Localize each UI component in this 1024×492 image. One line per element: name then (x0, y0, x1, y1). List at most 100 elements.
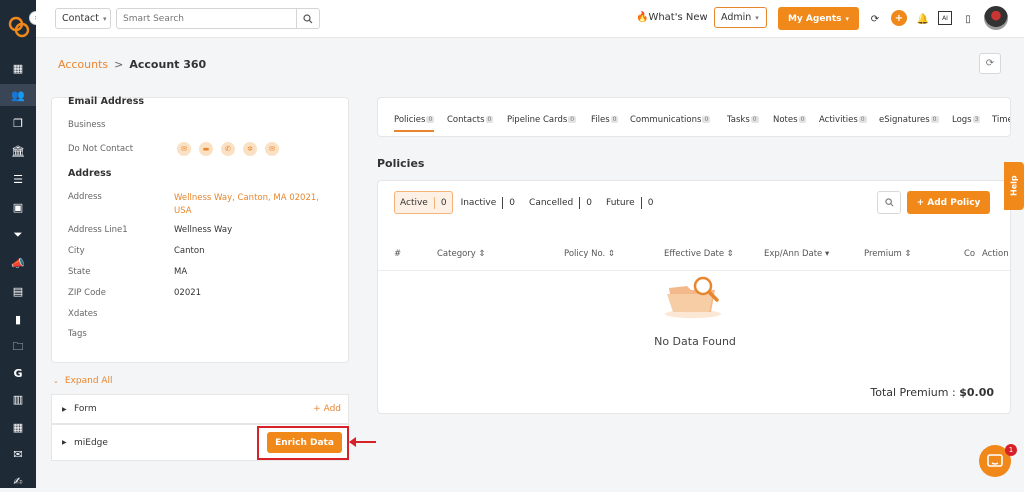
search-icon[interactable] (296, 9, 319, 28)
tabs-bar: Policies 0 Contacts 0 Pipeline Cards 0 File… (377, 97, 1011, 137)
filter-active[interactable]: Active (400, 198, 428, 208)
chevron-down-icon: ▾ (102, 14, 107, 23)
tags-label: Tags (68, 329, 87, 339)
col-category[interactable]: Category ⇕ (437, 249, 486, 259)
my-agents-button[interactable]: My Agents ▾ (778, 7, 859, 30)
mail-icon[interactable]: ✉ (0, 443, 36, 465)
smart-search (116, 8, 320, 29)
form-add-link[interactable]: + Add (313, 404, 341, 414)
miedge-label: miEdge (74, 438, 108, 448)
email-heading: Email Address (68, 96, 145, 107)
address-line1-value: Wellness Way (174, 225, 233, 235)
sms-icon[interactable]: ▬ (199, 142, 213, 156)
expand-all-link[interactable]: ⌄ Expand All (53, 376, 113, 386)
app-logo[interactable] (8, 16, 30, 38)
contact-card-icon[interactable]: ▣ (0, 196, 36, 218)
tab-pipeline-cards[interactable]: Pipeline Cards 0 (507, 115, 577, 125)
add-icon[interactable]: + (891, 10, 907, 26)
list-icon[interactable]: ☰ (0, 168, 36, 190)
accordion-form[interactable]: ▶ Form + Add (51, 394, 349, 424)
tab-policies[interactable]: Policies 0 (394, 115, 435, 132)
phone-icon[interactable]: ✆ (221, 142, 235, 156)
bank-icon[interactable]: 🏛 (0, 140, 36, 162)
tab-notes[interactable]: Notes 0 (773, 115, 807, 125)
col-co[interactable]: Co (964, 249, 975, 259)
avatar[interactable] (984, 6, 1008, 30)
no-data-message: No Data Found (654, 335, 736, 348)
tab-activities[interactable]: Activities 0 (819, 115, 867, 125)
col-action: Action (980, 249, 1009, 259)
add-policy-button[interactable]: + Add Policy (907, 191, 990, 214)
do-not-contact-label: Do Not Contact (68, 144, 134, 154)
col-premium[interactable]: Premium ⇕ (864, 249, 912, 259)
chat-badge: 1 (1005, 444, 1017, 456)
no-data-illustration (665, 276, 721, 318)
chevron-down-icon: ▾ (755, 13, 759, 22)
breadcrumb: Accounts > Account 360 (58, 58, 206, 71)
calendar-icon[interactable]: ▦ (0, 416, 36, 438)
accounts-icon[interactable]: 👥 (0, 84, 36, 106)
chart-icon[interactable]: ▮ (0, 308, 36, 330)
section-title: Policies (377, 157, 425, 170)
tab-time[interactable]: Time (992, 115, 1010, 125)
col-number: # (394, 249, 402, 259)
tab-files[interactable]: Files 0 (591, 115, 619, 125)
phone-icon[interactable]: ▯ (961, 12, 975, 26)
tab-logs[interactable]: Logs 3 (952, 115, 981, 125)
policy-search-button[interactable] (877, 191, 901, 214)
xdates-label: Xdates (68, 309, 98, 319)
documents-icon[interactable]: ❐ (0, 112, 36, 134)
mail-block-icon[interactable]: ✉ (265, 142, 279, 156)
business-label: Business (68, 120, 106, 130)
address-value[interactable]: Wellness Way, Canton, MA 02021, USA (174, 192, 324, 218)
state-label: State (68, 267, 91, 277)
top-bar: Contact▾ 🔥What's New Admin▾ My Agents▾ ⟳… (36, 0, 1024, 38)
address-heading: Address (68, 168, 112, 179)
enrich-data-button[interactable]: Enrich Data (267, 432, 342, 453)
signature-icon[interactable]: ✍ (0, 470, 36, 492)
role-select[interactable]: Admin ▾ (714, 7, 767, 28)
file-icon[interactable]: ▥ (0, 388, 36, 410)
entity-select[interactable]: Contact ▾ (55, 8, 111, 29)
sync-icon[interactable]: ⟳ (868, 12, 882, 26)
dashboard-icon[interactable]: ▦ (0, 57, 36, 79)
tab-contacts[interactable]: Contacts 0 (447, 115, 494, 125)
refresh-button[interactable]: ⟳ (979, 53, 1001, 74)
search-icon (884, 198, 893, 207)
funnel-icon[interactable]: ⏷ (0, 224, 36, 246)
address-label: Address (68, 192, 102, 202)
search-input[interactable] (117, 9, 287, 28)
bug-icon[interactable]: ✲ (243, 142, 257, 156)
tab-esignatures[interactable]: eSignatures 0 (879, 115, 939, 125)
ai-chip-icon[interactable]: AI (938, 11, 952, 25)
folder-icon[interactable]: 🗀 (0, 336, 36, 358)
zip-value: 02021 (174, 288, 202, 298)
page-title: Account 360 (129, 58, 207, 71)
google-icon[interactable]: G (0, 362, 36, 384)
caret-right-icon: ▶ (62, 406, 67, 413)
breadcrumb-accounts[interactable]: Accounts (58, 58, 108, 71)
address-line1-label: Address Line1 (68, 225, 128, 235)
col-policy-no[interactable]: Policy No. ⇕ (564, 249, 615, 259)
form-label: Form (74, 404, 97, 414)
filter-future[interactable]: Future (606, 198, 635, 208)
tab-communications[interactable]: Communications 0 (630, 115, 711, 125)
help-tab[interactable]: Help (1004, 162, 1024, 210)
tab-tasks[interactable]: Tasks 0 (727, 115, 759, 125)
filter-bar: Active 0 Inactive 0 Cancelled 0 Future 0 (400, 197, 654, 209)
bell-icon[interactable]: 🔔 (916, 12, 930, 26)
col-effective-date[interactable]: Effective Date ⇕ (664, 249, 734, 259)
total-premium: Total Premium : $0.00 (870, 386, 994, 399)
report-icon[interactable]: ▤ (0, 280, 36, 302)
refresh-icon: ⟳ (985, 58, 995, 69)
chevron-down-icon: ▾ (845, 14, 850, 23)
col-exp-date[interactable]: Exp/Ann Date ▾ (764, 249, 829, 259)
whats-new-link[interactable]: 🔥What's New (636, 12, 708, 23)
zip-label: ZIP Code (68, 288, 106, 298)
filter-inactive[interactable]: Inactive (461, 198, 497, 208)
megaphone-icon[interactable]: 📣 (0, 252, 36, 274)
policies-card: Active 0 Inactive 0 Cancelled 0 Future 0 + A… (377, 180, 1011, 414)
filter-cancelled[interactable]: Cancelled (529, 198, 573, 208)
contact-details-card: Email Address Business Do Not Contact ✉ … (51, 96, 349, 363)
email-icon[interactable]: ✉ (177, 142, 191, 156)
